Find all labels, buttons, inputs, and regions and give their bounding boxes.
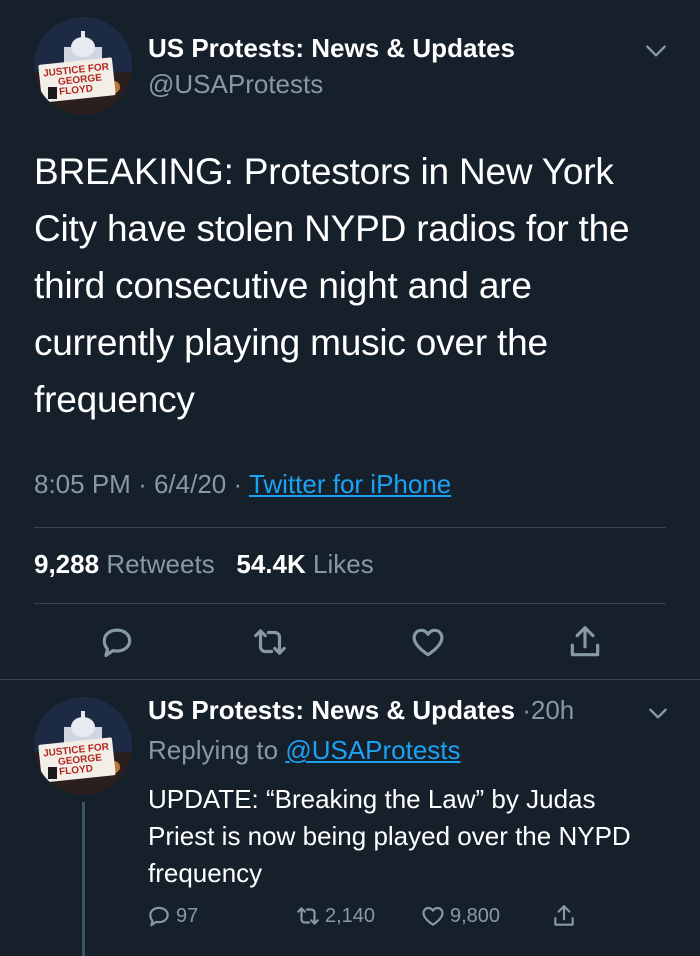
- likes-stat[interactable]: 54.4K Likes: [236, 549, 373, 579]
- reply-icon: [149, 906, 169, 927]
- author-handle[interactable]: @USAProtests: [148, 69, 323, 100]
- reply-author-avatar[interactable]: JUSTICE FOR GEORGE FLOYD: [34, 697, 132, 795]
- tweet-source-link[interactable]: Twitter for iPhone: [249, 469, 451, 499]
- reply-header: US Protests: News & Updates ·20h: [148, 695, 574, 726]
- reply-count: 97: [176, 904, 199, 927]
- divider: [34, 603, 666, 604]
- author-name[interactable]: US Protests: News & Updates: [148, 33, 515, 64]
- likes-count: 54.4K: [236, 549, 306, 579]
- reply-age[interactable]: 20h: [531, 695, 574, 725]
- avatar-image: JUSTICE FOR GEORGE FLOYD: [34, 697, 132, 795]
- replying-to: Replying to @USAProtests: [148, 735, 461, 766]
- meta-separator: ·: [138, 469, 147, 499]
- retweet-icon: [297, 907, 319, 925]
- avatar-image: JUSTICE FOR GEORGE FLOYD: [34, 17, 132, 115]
- chevron-down-icon[interactable]: [643, 38, 669, 64]
- tweet-meta: 8:05 PM · 6/4/20 · Twitter for iPhone: [34, 469, 451, 500]
- retweet-action[interactable]: 2,140: [295, 903, 375, 929]
- like-action[interactable]: 9,800: [420, 903, 500, 929]
- retweet-icon[interactable]: [251, 623, 289, 661]
- meta-separator: ·: [522, 695, 531, 725]
- meta-separator: ·: [233, 469, 243, 499]
- retweets-label: Retweets: [106, 549, 215, 579]
- like-icon[interactable]: [409, 623, 447, 661]
- reply-icon[interactable]: [98, 623, 136, 661]
- reply-text: UPDATE: “Breaking the Law” by Judas Prie…: [148, 784, 631, 888]
- share-action[interactable]: [551, 903, 577, 929]
- chevron-down-icon[interactable]: [645, 700, 671, 726]
- tweet-stats: 9,288 Retweets 54.4K Likes: [34, 549, 374, 580]
- replying-label: Replying to: [148, 735, 279, 765]
- tweet-time: 8:05 PM: [34, 469, 131, 499]
- reply-author-name[interactable]: US Protests: News & Updates: [148, 695, 515, 725]
- divider: [34, 527, 666, 528]
- reply-action[interactable]: 97: [146, 903, 198, 929]
- share-icon: [554, 905, 574, 926]
- retweet-count: 2,140: [325, 904, 376, 927]
- thread-line: [82, 802, 85, 956]
- divider: [0, 679, 700, 680]
- retweets-count: 9,288: [34, 549, 100, 579]
- like-icon: [422, 906, 444, 926]
- like-count: 9,800: [450, 904, 501, 927]
- retweets-stat[interactable]: 9,288 Retweets: [34, 549, 215, 579]
- likes-label: Likes: [313, 549, 374, 579]
- author-avatar[interactable]: JUSTICE FOR GEORGE FLOYD: [34, 17, 132, 115]
- share-icon[interactable]: [566, 623, 604, 661]
- tweet-text: BREAKING: Protestors in New York City ha…: [34, 151, 630, 420]
- replying-handle-link[interactable]: @USAProtests: [285, 735, 460, 765]
- tweet-date: 6/4/20: [153, 469, 227, 499]
